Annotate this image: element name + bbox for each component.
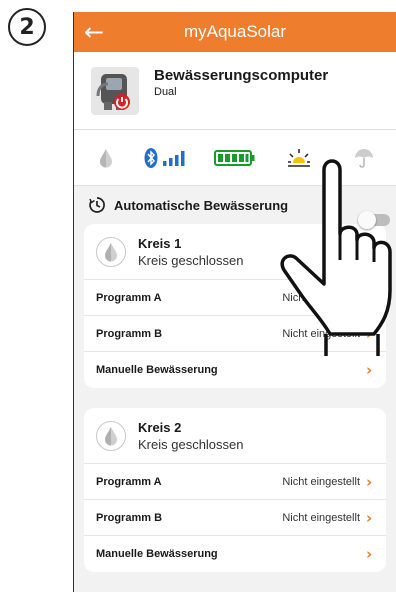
circuit-setting-row[interactable]: Programm A Nicht eingestellt › bbox=[84, 464, 386, 500]
setting-label: Manuelle Bewässerung bbox=[96, 548, 218, 560]
setting-label: Programm A bbox=[96, 291, 162, 304]
chevron-right-icon: › bbox=[366, 508, 373, 527]
app-bar: ← myAquaSolar bbox=[74, 12, 396, 52]
device-image bbox=[90, 66, 140, 116]
app-title: myAquaSolar bbox=[183, 22, 287, 41]
drop-circle-icon bbox=[96, 420, 126, 451]
device-model: Dual bbox=[154, 86, 177, 98]
circuit-title: Kreis 2 bbox=[138, 419, 182, 435]
setting-value: Nicht eingestellt bbox=[282, 511, 360, 524]
circuit-setting-row[interactable]: Manuelle Bewässerung › bbox=[84, 536, 386, 572]
bluetooth-signal-icon bbox=[144, 147, 185, 168]
water-drop-status[interactable] bbox=[74, 130, 138, 185]
circuit-header[interactable]: Kreis 2 Kreis geschlossen bbox=[84, 408, 386, 464]
device-name: Bewässerungscomputer bbox=[154, 67, 329, 84]
setting-label: Programm B bbox=[96, 327, 163, 340]
back-button[interactable]: ← bbox=[74, 12, 114, 52]
water-drop-icon bbox=[100, 148, 113, 167]
arrow-left-icon: ← bbox=[83, 18, 105, 46]
battery-icon bbox=[214, 149, 255, 166]
chevron-right-icon: › bbox=[366, 361, 373, 379]
setting-label: Programm B bbox=[96, 511, 163, 524]
pointing-hand-icon bbox=[280, 159, 392, 356]
battery-status[interactable] bbox=[203, 130, 267, 185]
setting-value: Nicht eingestellt bbox=[282, 475, 360, 488]
chevron-right-icon: › bbox=[366, 545, 373, 563]
circuit-title: Kreis 1 bbox=[138, 235, 182, 251]
automatic-watering-label: Automatische Bewässerung bbox=[114, 197, 289, 213]
step-number-badge: 2 bbox=[8, 8, 46, 46]
circuit-setting-row[interactable]: Programm B Nicht eingestellt › bbox=[84, 500, 386, 536]
drop-circle-icon bbox=[96, 236, 126, 267]
timer-icon bbox=[89, 197, 105, 213]
setting-label: Programm A bbox=[96, 475, 162, 488]
chevron-right-icon: › bbox=[366, 472, 373, 491]
circuit-card: Kreis 2 Kreis geschlossen Programm A Nic… bbox=[84, 408, 386, 572]
circuit-status: Kreis geschlossen bbox=[138, 436, 244, 452]
circuit-status: Kreis geschlossen bbox=[138, 252, 244, 268]
device-header: Bewässerungscomputer Dual bbox=[74, 52, 396, 130]
bluetooth-signal-status[interactable] bbox=[138, 130, 202, 185]
setting-label: Manuelle Bewässerung bbox=[96, 364, 218, 376]
